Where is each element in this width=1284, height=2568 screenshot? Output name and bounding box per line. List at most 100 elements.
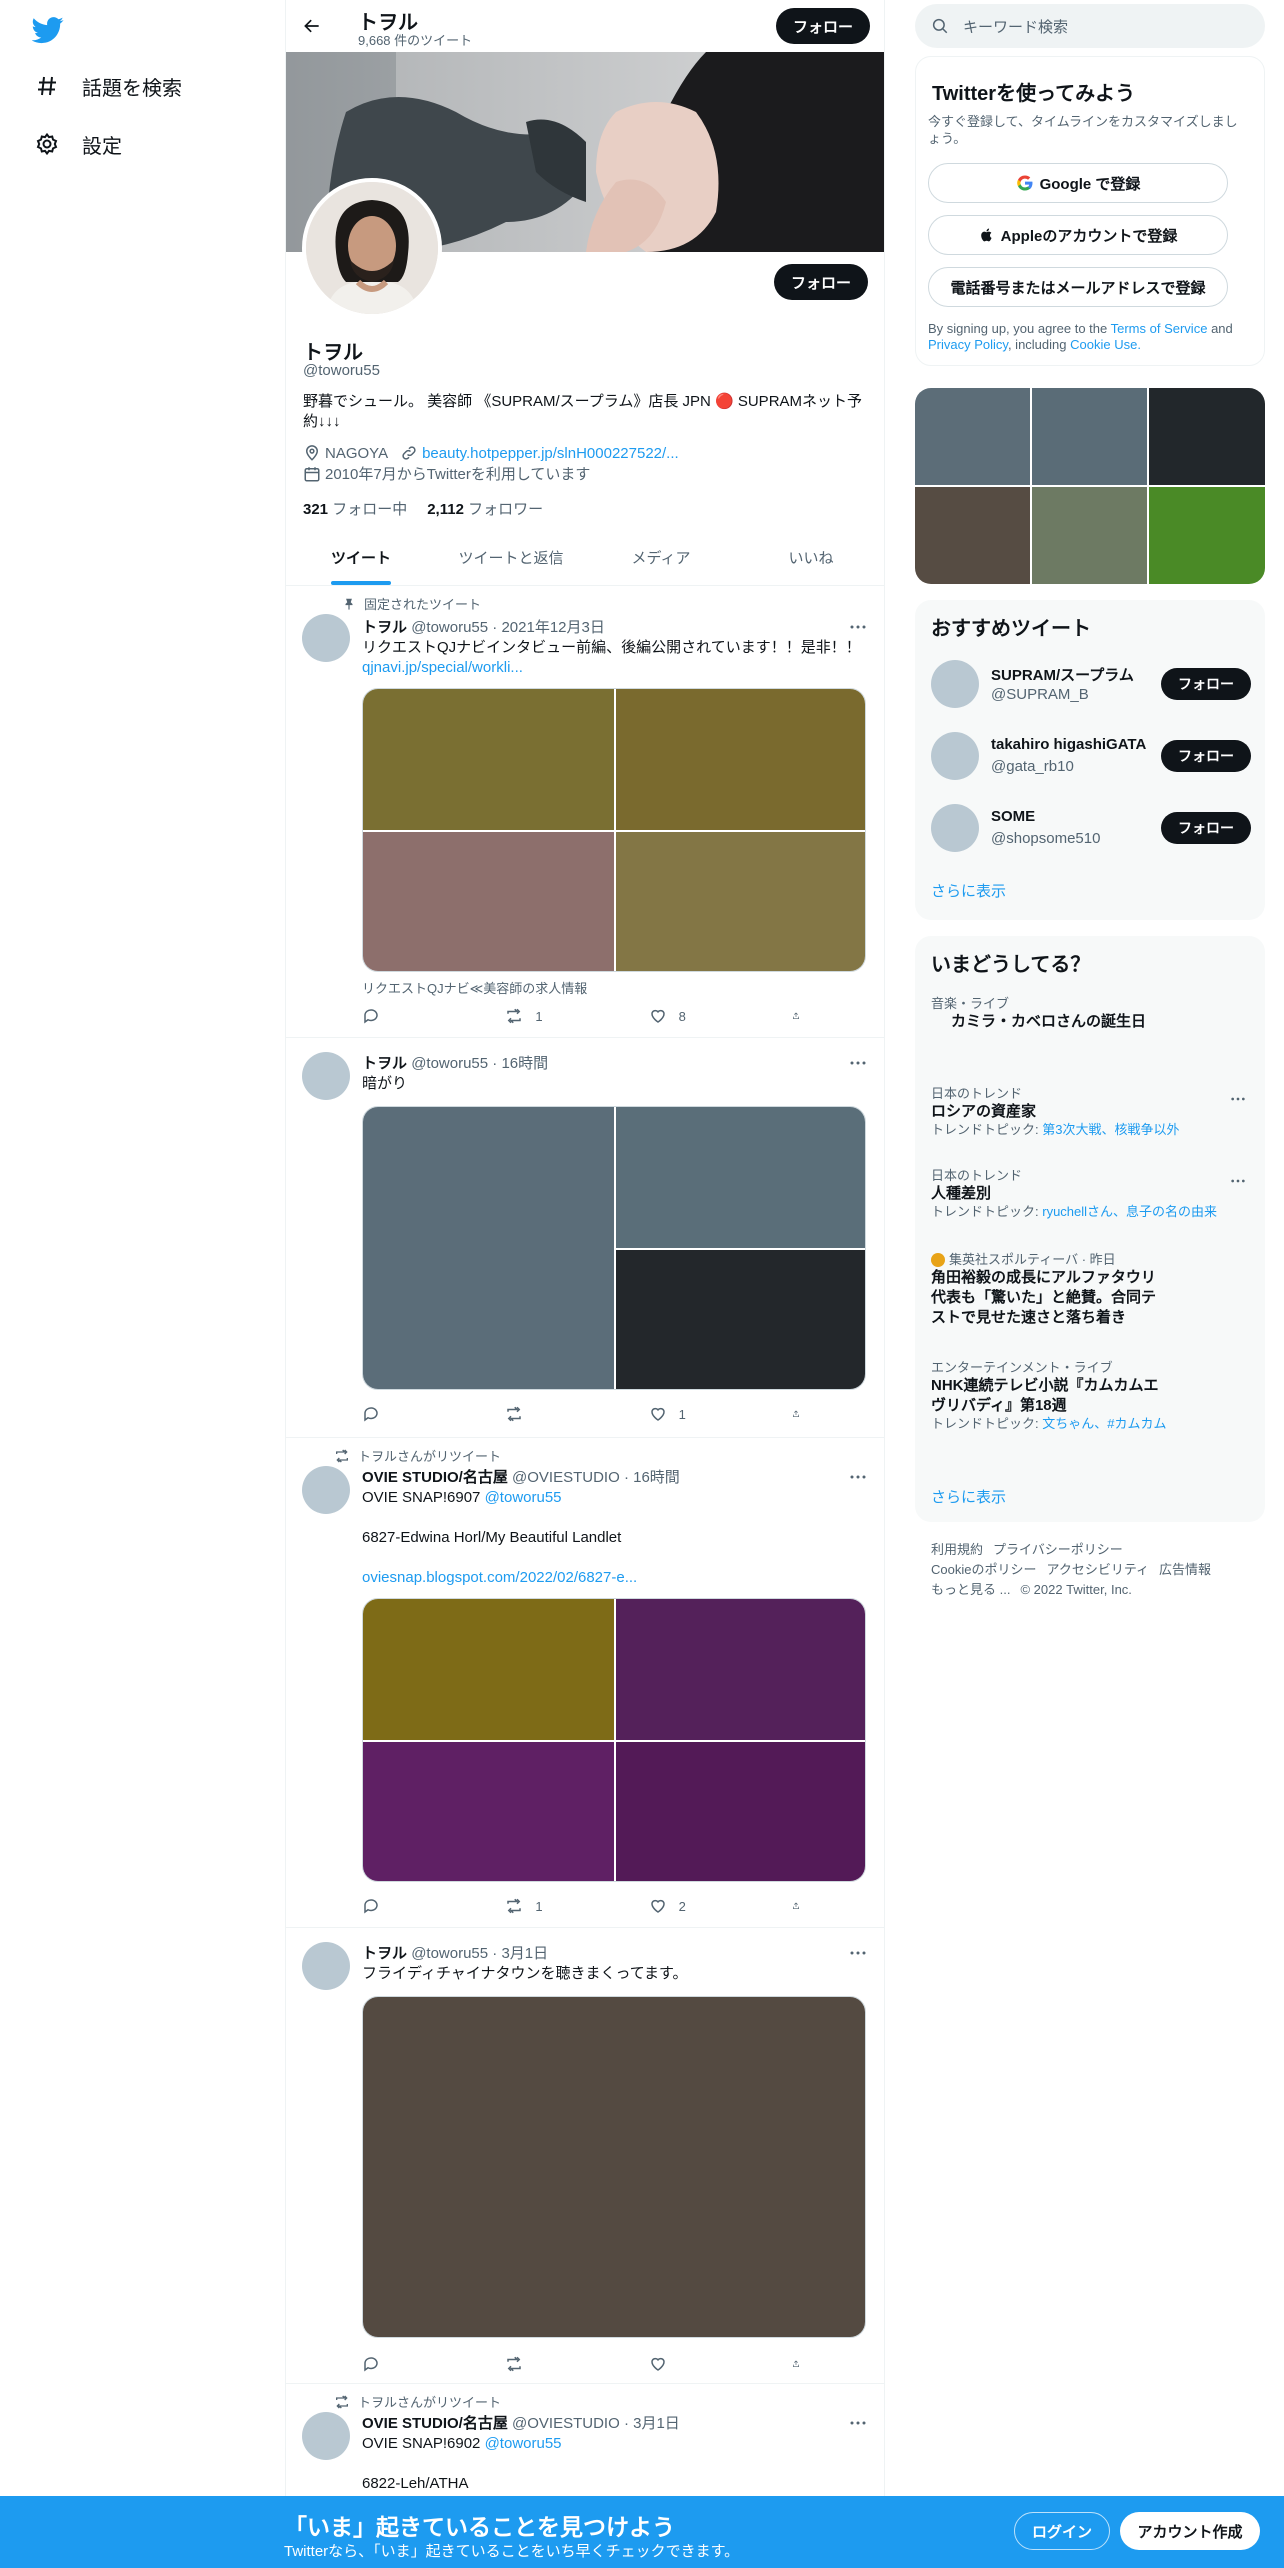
retweet-button[interactable] [505, 1402, 585, 1426]
follow-suggestion[interactable]: SUPRAM/スープラム @SUPRAM_B フォロー [931, 656, 1251, 712]
photo-thumbnail[interactable] [1149, 388, 1265, 485]
media-image[interactable] [363, 1742, 614, 1881]
tweet-avatar[interactable] [302, 1466, 350, 1514]
media-image[interactable] [616, 1599, 865, 1740]
avatar[interactable] [931, 804, 979, 852]
tweet-item[interactable]: トヲルさんがリツイート OVIE STUDIO/名古屋 @OVIESTUDIO … [286, 1438, 884, 1928]
footer-link[interactable]: 広告情報 [1159, 1562, 1211, 1577]
tweet-avatar[interactable] [302, 2412, 350, 2460]
apple-signup-button[interactable]: Appleのアカウントで登録 [928, 215, 1228, 255]
tab-tweets-replies[interactable]: ツイートと返信 [436, 530, 586, 585]
footer-link[interactable]: 利用規約 [931, 1542, 983, 1557]
tweet-link[interactable]: qjnavi.jp/special/workli... [362, 659, 523, 676]
trend-more-icon[interactable] [1227, 1172, 1249, 1190]
profile-link[interactable]: beauty.hotpepper.jp/slnH000227522/... [400, 444, 679, 462]
share-button[interactable] [792, 2352, 812, 2376]
reply-button[interactable] [362, 1894, 442, 1918]
follow-button[interactable]: フォロー [1161, 812, 1251, 844]
more-options-icon[interactable] [846, 1468, 870, 1486]
trend-item[interactable]: 集英社スポルティーバ · 昨日 角田裕毅の成長にアルファタウリ代表も「驚いた」と… [931, 1252, 1161, 1328]
who-to-follow-show-more[interactable]: さらに表示 [931, 880, 1006, 901]
tweet-author-handle[interactable]: @toworu55 [411, 1945, 488, 1962]
retweet-button[interactable] [505, 2352, 585, 2376]
tweet-author-handle[interactable]: @OVIESTUDIO [512, 2415, 620, 2432]
tweet-media-grid[interactable] [362, 1598, 866, 1882]
tweet-author-handle[interactable]: @toworu55 [411, 1055, 488, 1072]
reply-button[interactable] [362, 2352, 442, 2376]
profile-link-text[interactable]: beauty.hotpepper.jp/slnH000227522/... [422, 445, 679, 462]
tweet-author-name[interactable]: トヲル [362, 1945, 407, 1962]
follow-button[interactable]: フォロー [1161, 668, 1251, 700]
trend-item[interactable]: エンターテインメント・ライブ NHK連続テレビ小説『カムカムエヴリバディ』第18… [931, 1360, 1171, 1432]
reply-button[interactable] [362, 1004, 442, 1028]
tweet-time[interactable]: 16時間 [501, 1055, 548, 1072]
follow-suggestion[interactable]: takahiro higashiGATA @gata_rb10 フォロー [931, 728, 1251, 784]
follow-button[interactable]: フォロー [1161, 740, 1251, 772]
mention-link[interactable]: @toworu55 [485, 2435, 562, 2452]
login-button[interactable]: ログイン [1014, 2512, 1110, 2550]
media-image[interactable] [363, 1997, 865, 2337]
tweet-item[interactable]: トヲル @toworu55 · 3月1日 フライディチャイナタウンを聴きまくって… [286, 1928, 884, 2384]
share-button[interactable] [792, 1004, 812, 1028]
back-arrow-icon[interactable] [298, 12, 326, 40]
photo-thumbnail[interactable] [915, 388, 1030, 485]
followers-link[interactable]: 2,112 フォロワー [427, 498, 543, 519]
tweet-item[interactable]: トヲル @toworu55 · 16時間 暗がり 1 [286, 1038, 884, 1438]
avatar[interactable] [931, 732, 979, 780]
tweet-time[interactable]: 3月1日 [633, 2415, 680, 2432]
tweet-author-name[interactable]: トヲル [362, 1055, 407, 1072]
profile-avatar[interactable] [302, 178, 442, 318]
trend-more-icon[interactable] [1227, 1090, 1249, 1108]
more-options-icon[interactable] [846, 2414, 870, 2432]
media-image[interactable] [616, 689, 865, 830]
footer-link[interactable]: Cookieのポリシー [931, 1562, 1036, 1577]
footer-link[interactable]: アクセシビリティ [1046, 1562, 1149, 1577]
tweet-avatar[interactable] [302, 1942, 350, 1990]
retweet-button[interactable]: 1 [505, 1004, 585, 1028]
nav-settings[interactable]: 設定 [34, 124, 122, 164]
tweet-media-grid[interactable] [362, 1106, 866, 1390]
tweet-avatar[interactable] [302, 614, 350, 662]
avatar[interactable] [931, 660, 979, 708]
like-button[interactable]: 1 [649, 1402, 729, 1426]
share-button[interactable] [792, 1402, 812, 1426]
privacy-link[interactable]: Privacy Policy [928, 337, 1008, 352]
media-image[interactable] [363, 689, 614, 830]
trends-show-more[interactable]: さらに表示 [931, 1486, 1006, 1507]
tweet-time[interactable]: 3月1日 [501, 1945, 548, 1962]
mention-link[interactable]: @toworu55 [485, 1489, 562, 1506]
photo-thumbnail[interactable] [1032, 487, 1147, 584]
tweet-link[interactable]: oviesnap.blogspot.com/2022/02/6827-e... [362, 1569, 637, 1586]
tweet-author-handle[interactable]: @OVIESTUDIO [512, 1469, 620, 1486]
trend-item[interactable]: 日本のトレンド ロシアの資産家 トレンドトピック: 第3次大戦、核戦争以外 [931, 1086, 1251, 1138]
footer-link[interactable]: もっと見る ... [931, 1582, 1010, 1597]
following-link[interactable]: 321 フォロー中 [303, 498, 407, 519]
photo-thumbnail[interactable] [1149, 487, 1265, 584]
media-image[interactable] [363, 1107, 614, 1389]
photo-thumbnail[interactable] [1032, 388, 1147, 485]
footer-link[interactable]: プライバシーポリシー [993, 1542, 1123, 1557]
tweet-author-name[interactable]: OVIE STUDIO/名古屋 [362, 1469, 508, 1486]
tweet-item[interactable]: 固定されたツイート トヲル @toworu55 · 2021年12月3日 リクエ… [286, 586, 884, 1038]
tab-media[interactable]: メディア [586, 530, 736, 585]
media-image[interactable] [363, 1599, 614, 1740]
profile-follow-button[interactable]: フォロー [774, 264, 868, 300]
retweet-button[interactable]: 1 [505, 1894, 585, 1918]
tweet-time[interactable]: 16時間 [633, 1469, 680, 1486]
search-box[interactable]: キーワード検索 [915, 4, 1265, 48]
share-button[interactable] [792, 1894, 812, 1918]
tweet-author-handle[interactable]: @toworu55 [411, 619, 488, 636]
cookie-link[interactable]: Cookie Use. [1070, 337, 1141, 352]
tab-likes[interactable]: いいね [736, 530, 884, 585]
media-image[interactable] [616, 832, 865, 971]
follow-suggestion[interactable]: SOME @shopsome510 フォロー [931, 800, 1251, 856]
media-image[interactable] [616, 1107, 865, 1248]
like-button[interactable]: 8 [649, 1004, 729, 1028]
google-signup-button[interactable]: Google で登録 [928, 163, 1228, 203]
tweet-author-name[interactable]: OVIE STUDIO/名古屋 [362, 2415, 508, 2432]
signup-button[interactable]: アカウント作成 [1120, 2512, 1260, 2550]
more-options-icon[interactable] [846, 1054, 870, 1072]
tweet-avatar[interactable] [302, 1052, 350, 1100]
twitter-logo-icon[interactable] [31, 14, 66, 48]
trend-item[interactable]: 音楽・ライブ カミラ・カベロさんの誕生日 [931, 996, 1251, 1032]
